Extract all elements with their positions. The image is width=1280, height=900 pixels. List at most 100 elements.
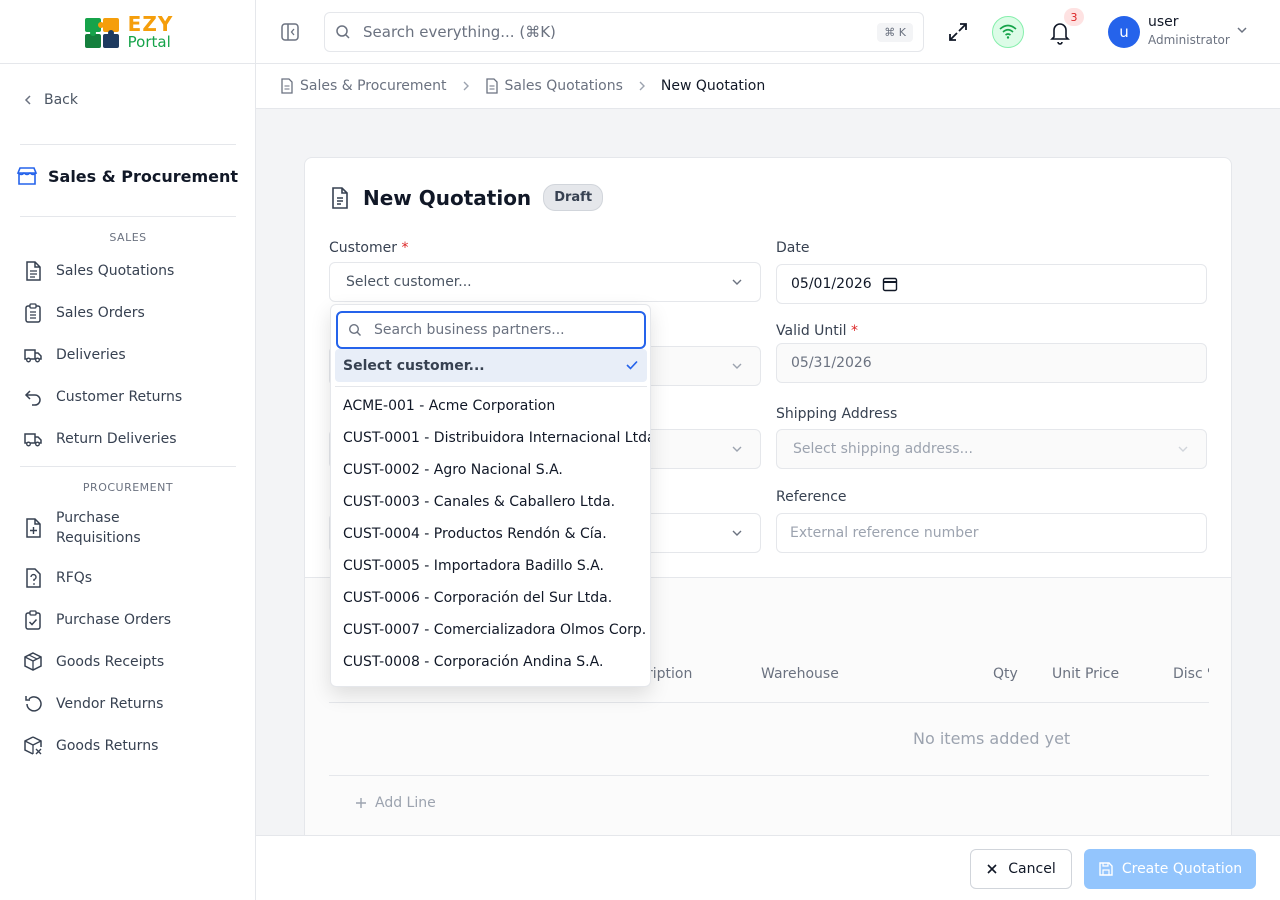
chevron-down-icon [732,279,742,285]
shipping-address-select[interactable]: Select shipping address... [776,429,1207,469]
chevron-down-icon [732,446,742,452]
notification-count-badge: 3 [1064,8,1084,26]
sidebar-item-return-deliveries[interactable]: Return Deliveries [24,429,177,449]
customer-select[interactable]: Select customer... [329,262,761,302]
sidebar-item-label: Customer Returns [56,389,183,405]
column-header-unit-price: Unit Price [1052,666,1120,682]
global-search-input[interactable]: Search everything... (⌘K) ⌘ K [324,12,924,52]
customer-label-text: Customer [329,240,398,256]
panel-left-icon [281,23,299,41]
user-name[interactable]: user [1148,14,1179,30]
customer-option[interactable]: CUST-0003 - Canales & Caballero Ltda. [331,486,650,518]
app-logo[interactable]: EZY Portal [82,12,174,52]
reference-placeholder: External reference number [790,525,979,541]
valid-until-input[interactable]: 05/31/2026 [776,343,1207,383]
column-header-discount: Disc % [1173,666,1209,682]
customer-select-value: Select customer... [346,274,472,290]
required-mark: * [851,323,859,339]
customer-option[interactable]: ACME-001 - Acme Corporation [331,390,650,422]
package-x-icon [24,736,42,755]
search-icon [348,323,361,336]
clipboard-check-icon [25,610,41,630]
truck-icon [24,433,42,447]
clipboard-list-icon [25,303,41,323]
add-line-button[interactable]: Add Line [355,795,436,811]
chevron-right-icon [639,81,645,91]
reference-input[interactable]: External reference number [776,513,1207,553]
customer-option[interactable]: CUST-0002 - Agro Nacional S.A. [331,454,650,486]
column-header-description: ription [647,666,693,682]
sidebar-item-purchase-orders[interactable]: Purchase Orders [24,610,171,630]
cancel-button[interactable]: Cancel [970,849,1072,889]
sidebar-item-sales-orders[interactable]: Sales Orders [24,303,145,323]
chevron-down-icon [732,363,742,369]
close-icon [987,864,997,874]
user-menu-toggle[interactable] [1236,24,1248,40]
fullscreen-button[interactable] [948,16,968,52]
customer-option[interactable]: CUST-0001 - Distribuidora Internacional … [331,422,650,454]
breadcrumb-label: Sales & Procurement [300,78,447,94]
connection-status-button[interactable] [992,16,1024,48]
sidebar-item-customer-returns[interactable]: Customer Returns [24,387,182,407]
sidebar-item-label: RFQs [56,570,93,586]
empty-state-text: No items added yet [913,729,1071,748]
sidebar-item-goods-receipts[interactable]: Goods Receipts [24,652,164,672]
user-role: Administrator [1148,33,1230,47]
customer-option-selected[interactable]: Select customer... [335,349,647,382]
logo-portal: Portal [127,32,171,51]
plus-icon [356,798,366,808]
module-title: Sales & Procurement [16,166,238,186]
customer-search-placeholder: Search business partners... [374,322,565,338]
calendar-icon[interactable] [882,276,898,292]
sidebar-item-purchase-requisitions[interactable]: Purchase Requisitions [24,508,141,548]
section-label-sales: SALES [109,231,147,244]
chevron-left-icon [24,95,31,105]
create-quotation-button[interactable]: Create Quotation [1084,849,1256,889]
search-shortcut: ⌘ K [877,22,913,42]
customer-dropdown: Search business partners... Select custo… [330,304,651,687]
create-label: Create Quotation [1121,861,1243,877]
sidebar-item-goods-returns[interactable]: Goods Returns [24,736,158,756]
undo-arrow-icon [24,390,41,406]
valid-until-label-text: Valid Until [776,323,847,339]
page-title: New Quotation Draft [329,184,604,211]
check-icon [626,360,638,370]
sidebar-divider [20,216,236,217]
customer-option[interactable]: CUST-0005 - Importadora Badillo S.A. [331,550,650,582]
customer-option[interactable]: CUST-0007 - Comercializadora Olmos Corp. [331,614,650,646]
sidebar-item-deliveries[interactable]: Deliveries [24,345,126,365]
sidebar-toggle-button[interactable] [280,22,300,46]
reference-label: Reference [776,489,847,505]
required-mark: * [401,240,409,256]
sidebar-item-label: Vendor Returns [56,696,164,712]
sidebar-item-label: Purchase Orders [56,612,172,628]
shipping-address-label: Shipping Address [776,406,898,422]
document-question-icon [26,568,41,588]
store-icon [16,167,38,185]
date-input[interactable]: 05/01/2026 [776,264,1207,304]
dropdown-divider [335,386,647,387]
cancel-label: Cancel [1008,861,1056,877]
status-badge: Draft [543,184,604,211]
sidebar-item-label: Sales Quotations [56,263,175,279]
sidebar-divider [20,144,236,145]
top-header: Search everything... (⌘K) ⌘ K 3 u user A… [256,0,1280,64]
back-link[interactable]: Back [22,92,78,108]
save-icon [1099,862,1113,876]
chevron-down-icon [732,530,742,536]
breadcrumb-item[interactable]: Sales Quotations [485,78,623,94]
valid-until-label: Valid Until * [776,323,858,339]
breadcrumb-item[interactable]: Sales & Procurement [280,78,447,94]
search-placeholder: Search everything... (⌘K) [363,23,556,41]
customer-option[interactable]: CUST-0004 - Productos Rendón & Cía. [331,518,650,550]
customer-search-input[interactable]: Search business partners... [336,311,646,349]
customer-option[interactable]: CUST-0008 - Corporación Andina S.A. [331,646,650,678]
avatar[interactable]: u [1108,16,1140,48]
sidebar-item-rfqs[interactable]: RFQs [24,568,92,588]
sidebar-item-sales-quotations[interactable]: Sales Quotations [24,261,174,281]
sidebar-item-vendor-returns[interactable]: Vendor Returns [24,694,163,714]
package-icon [24,652,42,671]
section-label-procurement: PROCUREMENT [82,481,174,494]
sidebar-item-label: Deliveries [56,347,126,363]
customer-option[interactable]: CUST-0006 - Corporación del Sur Ltda. [331,582,650,614]
